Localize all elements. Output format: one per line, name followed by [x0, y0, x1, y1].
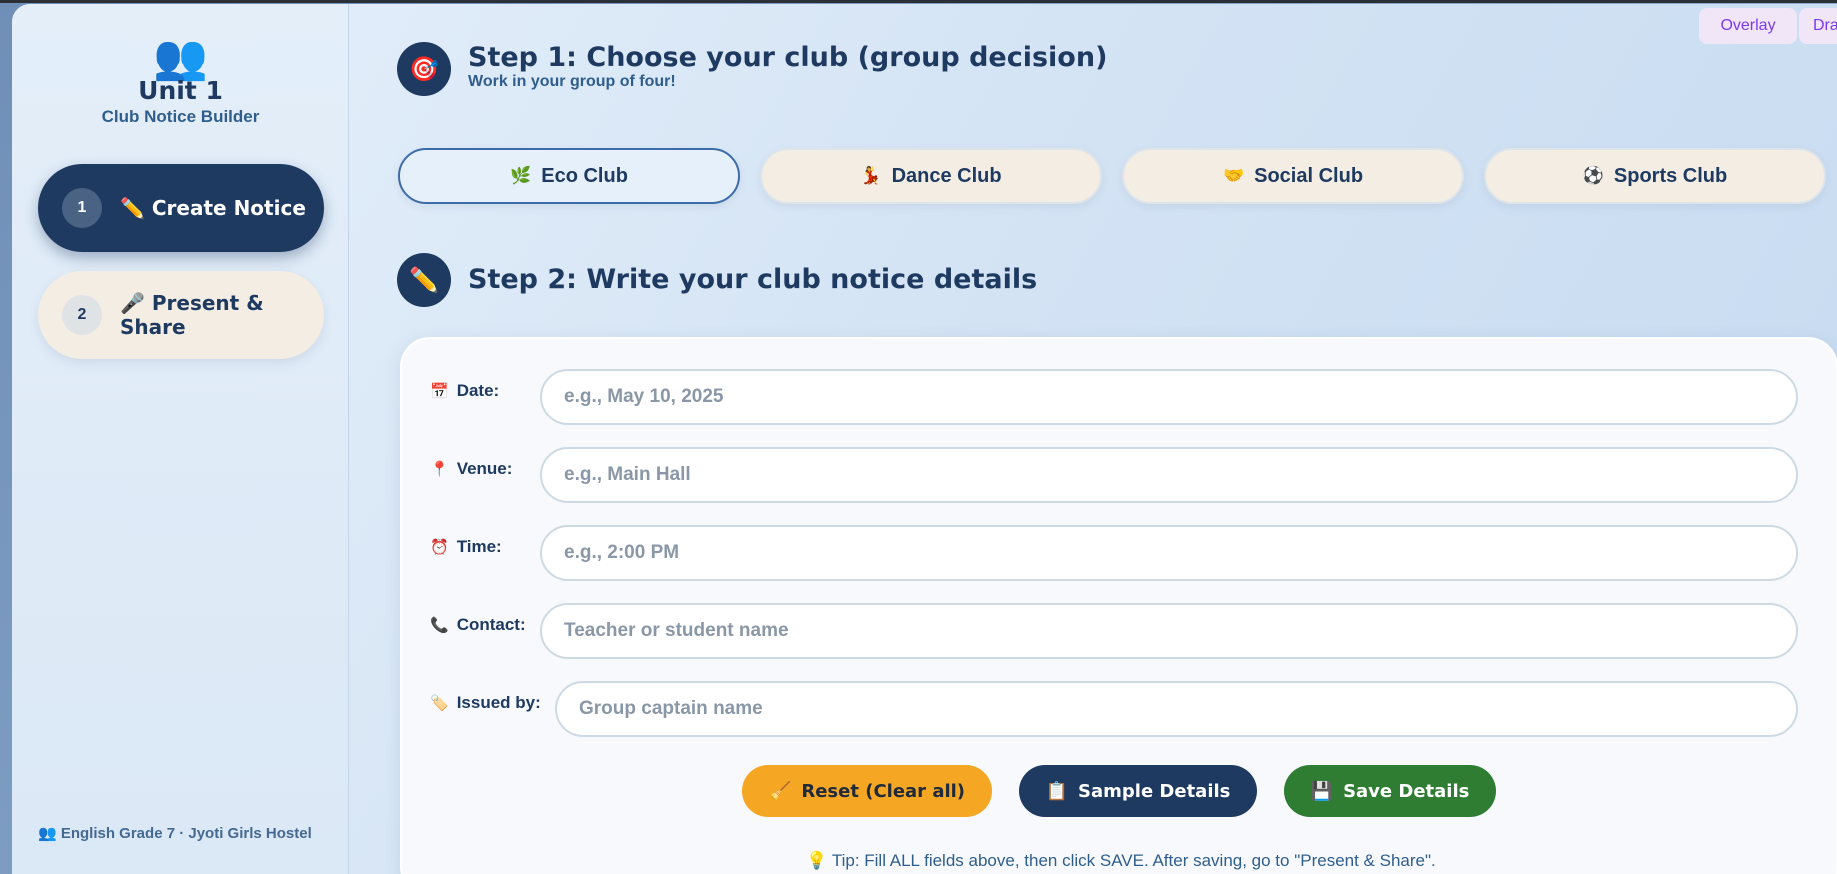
floppy-disk-icon: 💾	[1310, 780, 1334, 802]
step2-title: Step 2: Write your club notice details	[468, 264, 1038, 295]
reset-button[interactable]: 🧹 Reset (Clear all)	[742, 765, 992, 817]
sidebar: 👥 Unit 1 Club Notice Builder 1 ✏️ Create…	[12, 4, 349, 874]
window-top-edge	[0, 0, 1837, 3]
date-label: 📅 Date:	[430, 381, 499, 401]
sidebar-item-text: Create Notice	[151, 196, 306, 220]
dancer-icon: 💃	[860, 166, 882, 185]
club-label: Eco Club	[541, 164, 628, 187]
venue-label: 📍 Venue:	[430, 459, 512, 479]
issued-by-input[interactable]	[555, 681, 1798, 737]
step-number-badge: 1	[62, 188, 102, 228]
club-label: Social Club	[1254, 164, 1364, 187]
issued-by-label: 🏷️ Issued by:	[430, 693, 541, 713]
club-button-social[interactable]: 🤝 Social Club	[1122, 148, 1464, 204]
sidebar-item-present-share[interactable]: 2 🎤 Present & Share	[38, 271, 324, 359]
club-button-dance[interactable]: 💃 Dance Club	[760, 148, 1102, 204]
phone-icon: 📞	[430, 617, 449, 634]
soccer-ball-icon: ⚽	[1582, 166, 1604, 185]
draw-tab[interactable]: Dra	[1799, 8, 1837, 44]
step-number-badge: 2	[62, 295, 102, 335]
calendar-icon: 📅	[430, 383, 449, 400]
contact-label-text: Contact:	[456, 615, 526, 634]
location-pin-icon: 📍	[430, 461, 449, 478]
sidebar-footer: 👥 English Grade 7 · Jyoti Girls Hostel	[38, 825, 312, 842]
brand-subtitle: Club Notice Builder	[101, 107, 260, 126]
club-label: Sports Club	[1613, 164, 1728, 187]
step1-subtitle: Work in your group of four!	[468, 73, 676, 90]
app-window: 👥 Unit 1 Club Notice Builder 1 ✏️ Create…	[12, 4, 1837, 874]
time-label-text: Time:	[456, 537, 502, 556]
sample-button-label: Sample Details	[1078, 780, 1231, 802]
sidebar-item-label: ✏️ Create Notice	[120, 196, 310, 220]
brand: 👥 Unit 1 Club Notice Builder	[12, 34, 349, 127]
sidebar-item-create-notice[interactable]: 1 ✏️ Create Notice	[38, 164, 324, 252]
leaf-icon: 🌿	[510, 166, 532, 185]
save-details-button[interactable]: 💾 Save Details	[1284, 765, 1496, 817]
club-label: Dance Club	[891, 164, 1002, 187]
date-label-text: Date:	[456, 381, 500, 400]
brand-title: Unit 1	[138, 76, 223, 105]
group-icon: 👥	[153, 32, 208, 83]
notice-details-form: 📅 Date: 📍 Venue: ⏰ Time: 📞 Contact: 🏷️ I…	[400, 337, 1837, 874]
broom-icon: 🧹	[768, 780, 792, 802]
reset-button-label: Reset (Clear all)	[801, 780, 966, 802]
overlay-tab[interactable]: Overlay	[1699, 8, 1797, 44]
club-button-eco[interactable]: 🌿 Eco Club	[398, 148, 740, 204]
tip-text: 💡 Tip: Fill ALL fields above, then click…	[806, 851, 1436, 870]
alarm-clock-icon: ⏰	[430, 539, 449, 556]
label-tag-icon: 🏷️	[430, 695, 449, 712]
save-button-label: Save Details	[1343, 780, 1470, 802]
target-icon: 🎯	[397, 42, 451, 96]
contact-input[interactable]	[540, 603, 1798, 659]
club-button-sports[interactable]: ⚽ Sports Club	[1484, 148, 1826, 204]
step1-title: Step 1: Choose your club (group decision…	[468, 42, 1108, 73]
sample-details-button[interactable]: 📋 Sample Details	[1019, 765, 1257, 817]
venue-label-text: Venue:	[456, 459, 513, 478]
microphone-icon: 🎤	[120, 291, 145, 315]
time-label: ⏰ Time:	[430, 537, 502, 557]
pencil-icon: ✏️	[120, 196, 145, 220]
pencil-icon: ✏️	[397, 253, 451, 307]
contact-label: 📞 Contact:	[430, 615, 526, 635]
venue-input[interactable]	[540, 447, 1798, 503]
date-input[interactable]	[540, 369, 1798, 425]
handshake-icon: 🤝	[1222, 166, 1245, 185]
sidebar-item-label: 🎤 Present & Share	[120, 291, 310, 339]
issued-by-label-text: Issued by:	[456, 693, 541, 712]
time-input[interactable]	[540, 525, 1798, 581]
clipboard-icon: 📋	[1045, 780, 1069, 802]
